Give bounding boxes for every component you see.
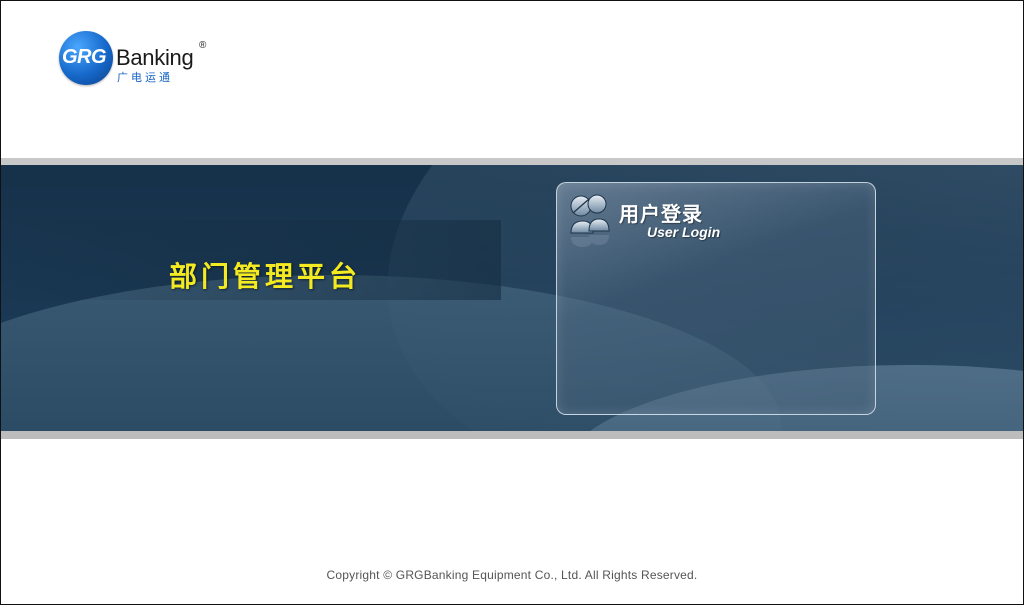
- banner-top-stripe: [1, 158, 1023, 165]
- copyright-text: Copyright © GRGBanking Equipment Co., Lt…: [326, 568, 698, 582]
- logo-mark: GRG: [62, 46, 107, 68]
- registered-mark: ®: [199, 40, 207, 51]
- login-panel: 用户登录 User Login: [556, 182, 876, 415]
- page-frame: GRG Banking ® 广电运通 部门管理平台 用户登录 User Logi…: [0, 0, 1024, 605]
- platform-title: 部门管理平台: [169, 260, 362, 293]
- grgbanking-logo: GRG Banking ® 广电运通: [59, 31, 219, 89]
- logo-name: Banking: [116, 45, 194, 70]
- banner-bottom-stripe: [1, 431, 1023, 439]
- logo-chinese-name: 广电运通: [117, 71, 173, 84]
- login-subtitle: User Login: [647, 224, 721, 240]
- users-icon: [570, 194, 610, 247]
- login-title: 用户登录: [619, 202, 703, 226]
